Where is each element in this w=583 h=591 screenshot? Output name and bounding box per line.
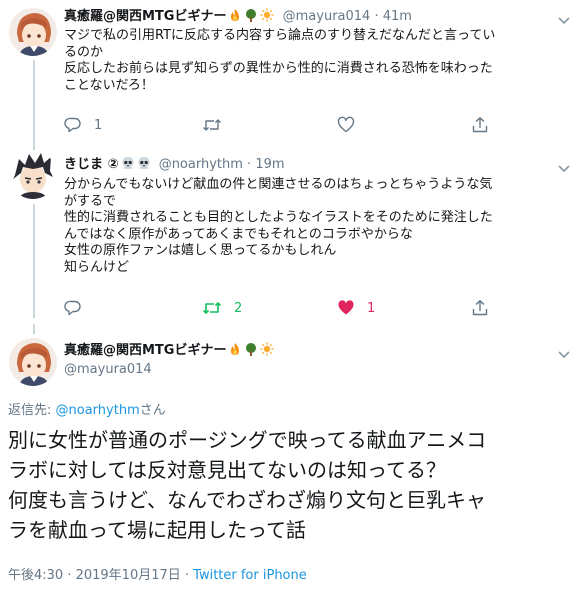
tweet-line: 反応したお前らは見ず知らずの異性から性的に消費される恐怖を味わった — [64, 61, 493, 76]
tweet-line: んではなく原作があってあくまでもそれとのコラボやからな — [64, 226, 413, 242]
share-icon — [472, 117, 488, 133]
tweet-line: ラを献血って場に起用したって話 — [8, 518, 306, 542]
chevron-down-icon[interactable] — [558, 158, 570, 177]
avatar[interactable] — [9, 338, 57, 386]
tweet-time[interactable]: 19m — [255, 157, 284, 172]
author-name[interactable]: 真癒羅@関西MTGビギナー — [64, 343, 226, 358]
tweet-line: 女性の原作ファンは嬉しく思ってるかもしれん — [64, 243, 337, 258]
tweet-line: 別に女性が普通のポージングで映ってる献血アニメコ — [8, 428, 487, 452]
like-button[interactable] — [337, 114, 367, 136]
chevron-down-icon[interactable] — [558, 344, 570, 363]
thread-connector-line — [33, 60, 35, 148]
skull-icon — [121, 156, 135, 175]
sun-icon — [260, 342, 274, 361]
author-handle[interactable]: @mayura014 — [64, 362, 152, 377]
chevron-down-icon[interactable] — [558, 10, 570, 29]
tweet-header: 真癒羅@関西MTGビギナー — [64, 342, 274, 361]
tweet-metadata: 午後4:30 · 2019年10月17日 · Twitter for iPhon… — [8, 564, 307, 583]
share-button[interactable] — [471, 297, 489, 319]
share-button[interactable] — [471, 114, 489, 136]
retweet-count: 2 — [234, 300, 243, 316]
retweet-button[interactable] — [202, 114, 234, 136]
reply-count: 1 — [94, 117, 103, 133]
thread-connector-line — [33, 324, 35, 334]
reply-mention-link[interactable]: @noarhythm — [56, 403, 140, 418]
fire-icon — [228, 8, 242, 27]
like-icon — [337, 116, 355, 133]
tweet-header: きじま ② @noarhythm · 19m — [64, 156, 285, 175]
sun-icon — [260, 8, 274, 27]
tweet-timestamp[interactable]: 午後4:30 · 2019年10月17日 · — [8, 568, 193, 583]
tweet-line: マジで私の引用RTに反応する内容すら論点のすり替えだなんだと言ってい — [64, 28, 496, 43]
tweet-source-link[interactable]: Twitter for iPhone — [193, 568, 307, 583]
tweet-line: るのか — [64, 44, 104, 60]
author-handle[interactable]: @noarhythm — [159, 157, 243, 172]
retweet-icon — [202, 302, 222, 314]
tweet-line: ことないだろ！ — [64, 77, 154, 93]
tweet-actions: 2 1 — [64, 297, 564, 319]
share-icon — [472, 300, 488, 316]
reply-button[interactable]: 1 — [64, 114, 102, 136]
main-tweet: 真癒羅@関西MTGビギナー @mayura014 返信先: @noarhythm… — [0, 324, 583, 591]
thread-connector-line — [33, 148, 35, 150]
tweet-line: 性的に消費されることも目的としたようなイラストをそのために発注した — [64, 210, 493, 225]
skull-icon — [137, 156, 151, 175]
avatar[interactable] — [9, 151, 57, 199]
tweet-line: がするで — [64, 193, 117, 209]
reply-button[interactable] — [64, 297, 94, 319]
tweet-line: 知らんけど — [64, 259, 130, 275]
tweet-actions: 1 — [64, 114, 564, 136]
reply-icon — [64, 117, 81, 133]
avatar[interactable] — [9, 8, 57, 56]
tweet-line: ラボに対しては反対意見出てないのは知ってる？ — [8, 458, 446, 482]
retweet-button[interactable]: 2 — [202, 297, 242, 319]
tweet-line: 何度も言うけど、なんでわざわざ煽り文句と巨乳キャ — [8, 488, 486, 512]
author-name[interactable]: 真癒羅@関西MTGビギナー — [64, 9, 226, 24]
thread-connector-line — [33, 204, 35, 318]
author-name[interactable]: きじま ② — [64, 157, 119, 172]
separator-dot: · — [247, 157, 252, 172]
thread-tweet-1: 真癒羅@関西MTGビギナー @mayura014 · 41m マジで私の引用RT… — [0, 0, 583, 148]
tweet-text: 分からんでもないけど献血の件と関連させるのはちょっとちゃうような気 がするで 性… — [64, 177, 493, 276]
reply-suffix: さん — [139, 403, 166, 418]
retweet-icon — [203, 119, 221, 131]
main-tweet-text: 別に女性が普通のポージングで映ってる献血アニメコ ラボに対しては反対意見出てない… — [8, 425, 486, 545]
tweet-line: 分からんでもないけど献血の件と関連させるのはちょっとちゃうような気 — [64, 177, 493, 192]
tree-icon — [244, 342, 258, 361]
like-icon — [338, 300, 354, 315]
fire-icon — [228, 342, 242, 361]
thread-tweet-2: きじま ② @noarhythm · 19m 分からんでもないけど献血の件と関連… — [0, 148, 583, 324]
tree-icon — [244, 8, 258, 27]
reply-icon — [64, 300, 81, 316]
like-button[interactable]: 1 — [337, 297, 375, 319]
author-handle-row: @mayura014 — [64, 362, 152, 378]
author-handle[interactable]: @mayura014 — [283, 9, 371, 24]
reply-label: 返信先: — [8, 403, 56, 418]
tweet-time[interactable]: 41m — [383, 9, 412, 24]
tweet-header: 真癒羅@関西MTGビギナー @mayura014 · 41m — [64, 8, 412, 27]
reply-context: 返信先: @noarhythmさん — [8, 399, 166, 418]
tweet-text: マジで私の引用RTに反応する内容すら論点のすり替えだなんだと言ってい るのか 反… — [64, 28, 495, 94]
separator-dot: · — [374, 9, 379, 24]
like-count: 1 — [367, 300, 376, 316]
